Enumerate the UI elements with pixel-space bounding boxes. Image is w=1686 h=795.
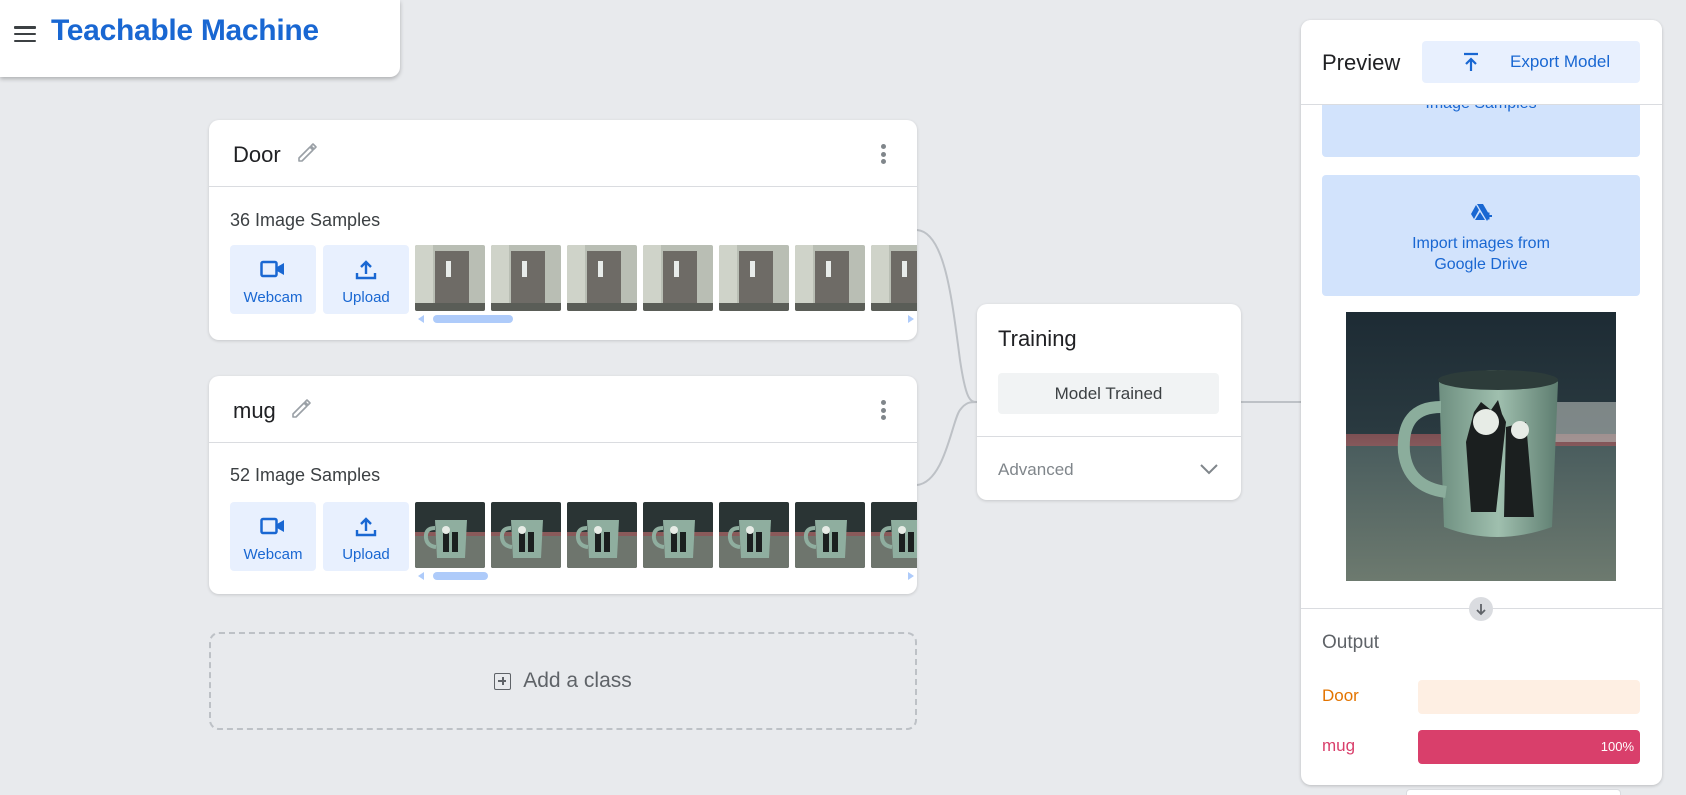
confidence-bar-door (1418, 680, 1640, 714)
confidence-bar-mug: 100% (1418, 730, 1640, 764)
scrollbar-thumb[interactable] (433, 315, 513, 323)
pencil-icon[interactable] (295, 140, 319, 164)
upload-button[interactable]: Upload (323, 245, 409, 314)
upload-icon (355, 517, 377, 537)
advanced-toggle[interactable]: Advanced (998, 460, 1074, 480)
scroll-right-icon[interactable] (908, 572, 914, 580)
sample-thumbnail[interactable] (719, 502, 789, 568)
confidence-percent: 100% (1600, 739, 1634, 754)
sample-thumbnail[interactable] (871, 502, 917, 568)
menu-icon[interactable] (14, 24, 36, 44)
video-camera-icon (260, 517, 284, 535)
sample-thumbnail[interactable] (567, 245, 637, 311)
scrollbar-thumb[interactable] (433, 572, 488, 580)
upload-button[interactable]: Upload (323, 502, 409, 571)
sample-thumbnail[interactable] (643, 245, 713, 311)
import-samples-label: Image Samples (1322, 105, 1640, 113)
app-title: Teachable Machine (51, 14, 319, 47)
preview-header: Preview Export Model (1301, 20, 1662, 105)
upload-icon (355, 260, 377, 280)
google-drive-icon (1471, 204, 1492, 221)
samples-count: 36 Image Samples (230, 210, 381, 230)
sample-thumbnail[interactable] (643, 502, 713, 568)
import-samples-button[interactable]: Image Samples (1322, 105, 1640, 157)
preview-title: Preview (1322, 50, 1401, 75)
webcam-preview (1346, 312, 1616, 581)
sample-thumbnail[interactable] (415, 502, 485, 568)
add-class-label: Add a class (523, 669, 632, 692)
bottom-panel-edge (1406, 789, 1621, 795)
upload-label: Upload (342, 546, 390, 563)
class-card-mug: mug 52 Image Samples Webcam Upload (209, 376, 917, 594)
scroll-left-icon[interactable] (418, 572, 424, 580)
training-title: Training (998, 326, 1077, 351)
class-name[interactable]: Door (233, 142, 281, 168)
webcam-label: Webcam (243, 546, 303, 563)
webcam-label: Webcam (243, 289, 303, 306)
app-header: Teachable Machine (0, 0, 400, 77)
webcam-button[interactable]: Webcam (230, 245, 316, 314)
thumbnail-scrollbar[interactable] (415, 314, 917, 324)
preview-panel: Image Samples Preview Export Model Impor… (1301, 20, 1662, 785)
drive-label-line2: Google Drive (1434, 256, 1528, 273)
add-box-icon (494, 672, 512, 690)
webcam-button[interactable]: Webcam (230, 502, 316, 571)
export-model-label: Export Model (1510, 52, 1611, 71)
sample-thumbnails[interactable] (415, 502, 917, 568)
scroll-left-icon[interactable] (418, 315, 424, 323)
scroll-right-icon[interactable] (908, 315, 914, 323)
sample-thumbnail[interactable] (795, 502, 865, 568)
sample-thumbnail[interactable] (795, 245, 865, 311)
output-title: Output (1322, 632, 1380, 653)
sample-thumbnail[interactable] (491, 502, 561, 568)
more-options-icon[interactable] (881, 144, 887, 164)
class-card-header: Door (209, 120, 917, 187)
sample-thumbnail[interactable] (719, 245, 789, 311)
export-model-button[interactable]: Export Model (1422, 41, 1640, 83)
train-model-button[interactable]: Model Trained (998, 373, 1219, 414)
chevron-down-icon[interactable] (1199, 462, 1219, 476)
class-card-header: mug (209, 376, 917, 443)
output-label-mug: mug (1322, 736, 1356, 755)
class-card-door: Door 36 Image Samples Webcam Upload (209, 120, 917, 340)
output-label-door: Door (1322, 686, 1359, 705)
video-camera-icon (260, 260, 284, 278)
drive-label-line1: Import images from (1412, 235, 1550, 252)
sample-thumbnails[interactable] (415, 245, 917, 311)
sample-thumbnail[interactable] (491, 245, 561, 311)
samples-count: 52 Image Samples (230, 465, 381, 485)
upload-label: Upload (342, 289, 390, 306)
more-options-icon[interactable] (881, 400, 887, 420)
sample-thumbnail[interactable] (567, 502, 637, 568)
arrow-down-icon[interactable] (1469, 597, 1493, 621)
sample-thumbnail[interactable] (415, 245, 485, 311)
training-card: Training Model Trained Advanced (977, 304, 1241, 500)
sample-thumbnail[interactable] (871, 245, 917, 311)
class-name[interactable]: mug (233, 398, 276, 424)
pencil-icon[interactable] (289, 396, 313, 420)
thumbnail-scrollbar[interactable] (415, 571, 917, 581)
import-google-drive-button[interactable]: Import images from Google Drive (1322, 175, 1640, 296)
export-upload-icon (1464, 52, 1478, 71)
divider (977, 436, 1241, 437)
add-class-button[interactable]: Add a class (209, 632, 917, 730)
